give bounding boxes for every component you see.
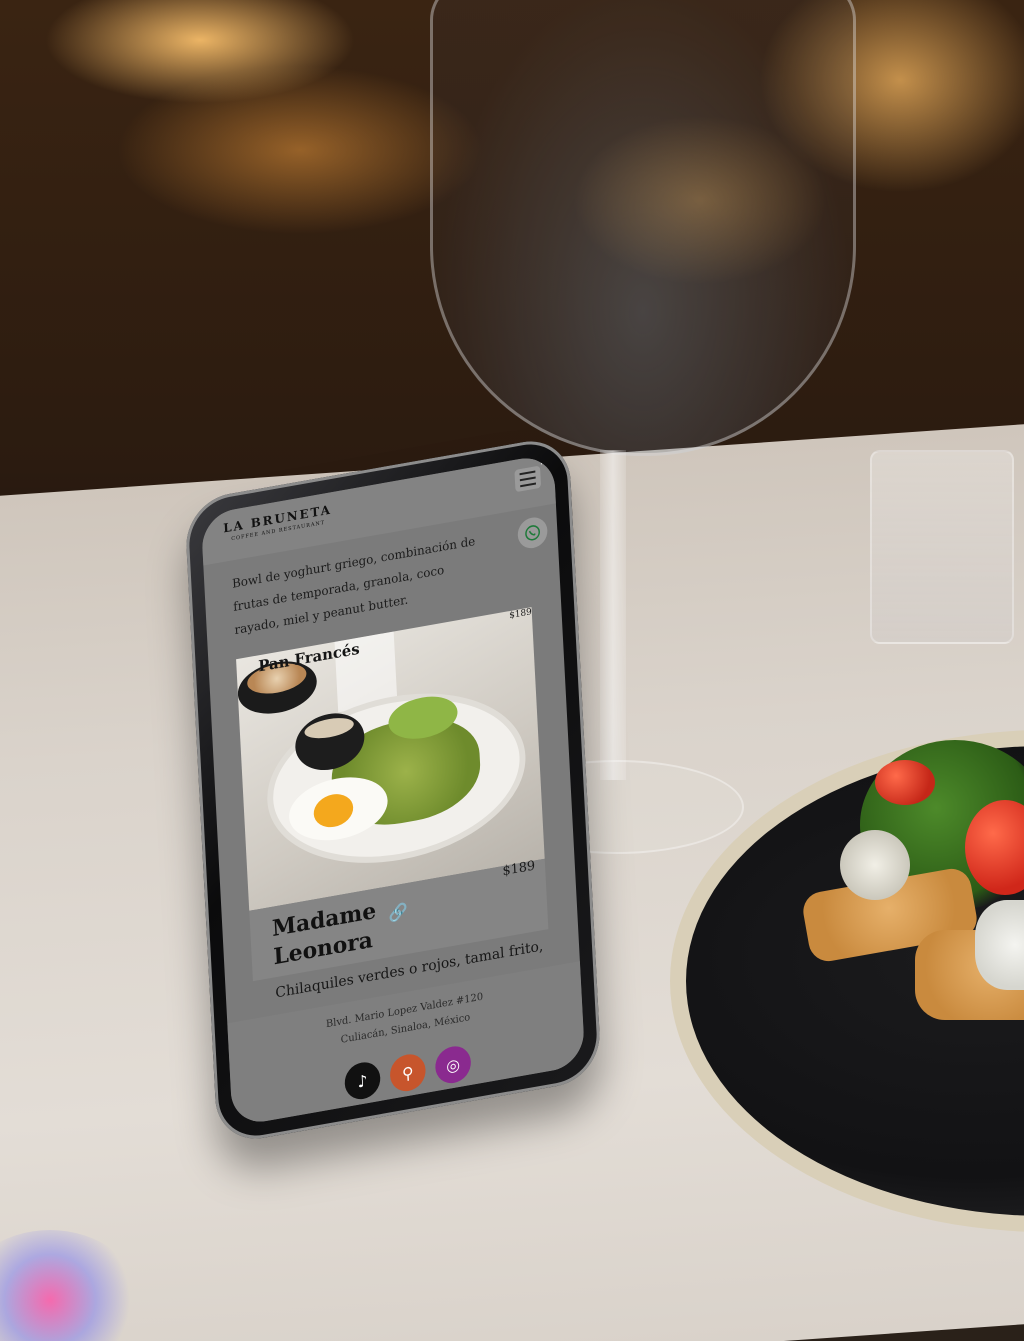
wine-glass-stem <box>600 450 626 780</box>
close-icon[interactable]: ✕ <box>539 456 548 469</box>
link-icon[interactable]: 🔗 <box>388 901 409 924</box>
cheese <box>840 830 910 900</box>
hamburger-menu-icon[interactable] <box>514 465 542 493</box>
tiktok-icon[interactable]: ♪ <box>343 1059 382 1102</box>
location-pin-icon[interactable]: ⚲ <box>389 1051 427 1094</box>
whatsapp-icon[interactable] <box>517 515 549 551</box>
wine-glass <box>430 0 856 456</box>
phone-screen: LA BRUNETA COFFEE AND RESTAURANT ✕ Bowl … <box>200 453 586 1127</box>
brand-logo[interactable]: LA BRUNETA COFFEE AND RESTAURANT <box>223 502 333 543</box>
instagram-icon[interactable]: ◎ <box>434 1043 472 1086</box>
tomato <box>875 760 935 805</box>
cheese <box>975 900 1024 990</box>
restaurant-scene: LA BRUNETA COFFEE AND RESTAURANT ✕ Bowl … <box>0 0 1024 1341</box>
water-glass <box>870 450 1014 644</box>
item-title: Madame Leonora <box>271 897 377 971</box>
smartphone: LA BRUNETA COFFEE AND RESTAURANT ✕ Bowl … <box>184 434 602 1146</box>
